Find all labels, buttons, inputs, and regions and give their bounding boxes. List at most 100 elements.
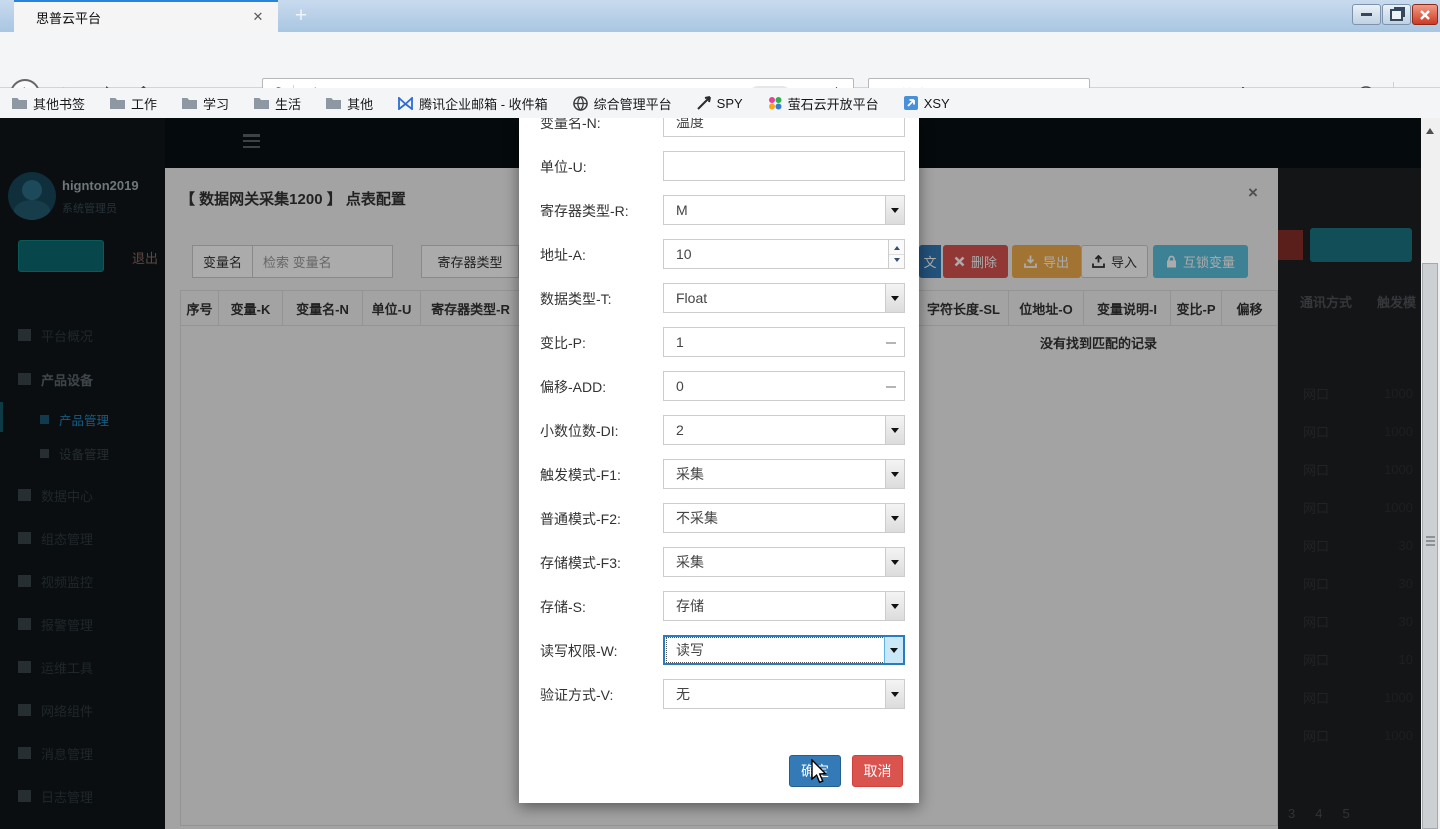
bookmark-item[interactable]: 生活 <box>254 94 301 113</box>
folder-icon <box>326 97 341 109</box>
data-type-select[interactable]: Float <box>663 283 905 313</box>
bookmark-item[interactable]: 工作 <box>110 94 157 113</box>
bookmark-item[interactable]: 综合管理平台 <box>573 94 672 113</box>
sidebar-item[interactable]: 网络组件 <box>0 693 165 727</box>
field-label: 读写权限-W: <box>540 641 618 661</box>
form-row: 变量名-N: 温度 <box>519 118 919 137</box>
dropdown-arrow-icon[interactable] <box>885 548 904 576</box>
bookmark-item[interactable]: 萤石云开放平台 <box>768 94 879 113</box>
browser-tab[interactable]: 思普云平台 ✕ <box>14 0 278 32</box>
offset-input[interactable]: 0 <box>663 371 905 401</box>
dropdown-arrow-icon[interactable] <box>885 460 904 488</box>
table-row: 网口10 <box>1278 640 1421 678</box>
dropdown-arrow-icon[interactable] <box>885 284 904 312</box>
dropdown-arrow-icon[interactable] <box>884 637 903 663</box>
dropdown-arrow-icon[interactable] <box>885 592 904 620</box>
folder-icon <box>254 97 269 109</box>
field-label: 存储-S: <box>540 597 586 617</box>
menu-icon <box>18 575 31 587</box>
form-row: 验证方式-V: 无 <box>519 679 919 709</box>
window-minimize-button[interactable] <box>1352 4 1381 25</box>
menu-icon <box>18 618 31 630</box>
read-write-permission-select[interactable]: 读写 <box>663 635 905 665</box>
folder-icon <box>110 97 125 109</box>
page-scrollbar[interactable] <box>1421 118 1440 829</box>
blue-arrow-icon <box>904 96 918 110</box>
field-label: 小数位数-DI: <box>540 421 619 441</box>
app-sidebar: hignton2019 系统管理员 退出 平台概况 产品设备 产品管理 设备管理… <box>0 118 165 829</box>
dropdown-arrow-icon[interactable] <box>885 196 904 224</box>
tab-close-icon[interactable]: ✕ <box>248 9 268 25</box>
page-number[interactable]: 4 <box>1315 806 1322 821</box>
new-tab-button[interactable]: + <box>286 2 316 30</box>
dropdown-arrow-icon[interactable] <box>885 504 904 532</box>
bookmark-item[interactable]: 学习 <box>182 94 229 113</box>
column-header: 触发模 <box>1377 292 1416 311</box>
sidebar-item[interactable]: 数据中心 <box>0 478 165 512</box>
mouse-cursor <box>808 759 830 790</box>
decimal-digits-select[interactable]: 2 <box>663 415 905 445</box>
sidebar-collapse-icon[interactable] <box>243 134 260 148</box>
scrollbar-thumb[interactable] <box>1422 263 1438 829</box>
variable-name-input[interactable]: 温度 <box>663 118 905 137</box>
bookmark-item[interactable]: 腾讯企业邮箱 - 收件箱 <box>398 94 548 113</box>
dropdown-arrow-icon[interactable] <box>885 680 904 708</box>
cancel-button[interactable]: 取消 <box>852 755 903 787</box>
point-edit-modal: 变量名-N: 温度 单位-U: 寄存器类型-R: M 地址-A: 10 数据类型… <box>519 118 919 803</box>
logout-link[interactable]: 退出 <box>132 248 158 267</box>
sidebar-item[interactable]: 消息管理 <box>0 736 165 770</box>
sidebar-item[interactable]: 运维工具 <box>0 650 165 684</box>
sidebar-section-products-devices[interactable]: 产品设备 <box>0 362 165 396</box>
window-close-button[interactable] <box>1412 4 1438 25</box>
sidebar-item[interactable]: 系统设置 <box>0 818 165 829</box>
dropdown-arrow-icon[interactable] <box>885 416 904 444</box>
field-label: 验证方式-V: <box>540 685 613 705</box>
scale-input[interactable]: 1 <box>663 327 905 357</box>
register-type-select[interactable]: M <box>663 195 905 225</box>
form-row: 单位-U: <box>519 151 919 181</box>
page-number[interactable]: 5 <box>1342 806 1349 821</box>
sidebar-item[interactable]: 日志管理 <box>0 779 165 813</box>
sidebar-item[interactable]: 平台概况 <box>0 318 165 352</box>
normal-mode-select[interactable]: 不采集 <box>663 503 905 533</box>
form-row: 数据类型-T: Float <box>519 283 919 313</box>
menu-icon <box>18 532 31 544</box>
bookmark-item[interactable]: 其他 <box>326 94 373 113</box>
tencent-mail-icon <box>398 97 413 110</box>
table-rows: 网口1000 网口1000 网口1000 网口1000 网口30 网口30 网口… <box>1278 374 1421 754</box>
window-restore-button[interactable] <box>1382 4 1411 25</box>
bookmark-item[interactable]: SPY <box>697 96 743 111</box>
table-row: 网口1000 <box>1278 716 1421 754</box>
menu-icon <box>18 489 31 501</box>
background-device-table: 通讯方式 触发模 网口1000 网口1000 网口1000 网口1000 网口3… <box>1278 168 1421 829</box>
field-label: 触发模式-F1: <box>540 465 621 485</box>
sidebar-item-device-management[interactable]: 设备管理 <box>0 436 165 470</box>
background-delete-button <box>1278 230 1303 260</box>
sidebar-item-product-management[interactable]: 产品管理 <box>0 402 165 436</box>
storage-select[interactable]: 存储 <box>663 591 905 621</box>
sidebar-item[interactable]: 报警管理 <box>0 607 165 641</box>
background-teal-button <box>1310 228 1412 262</box>
sidebar-item[interactable]: 组态管理 <box>0 521 165 555</box>
trigger-mode-select[interactable]: 采集 <box>663 459 905 489</box>
address-number-input[interactable]: 10 <box>663 239 905 269</box>
verify-method-select[interactable]: 无 <box>663 679 905 709</box>
form-row: 寄存器类型-R: M <box>519 195 919 225</box>
unit-input[interactable] <box>663 151 905 181</box>
sidebar-item[interactable]: 视频监控 <box>0 564 165 598</box>
globe-icon <box>573 96 588 111</box>
page-number[interactable]: 3 <box>1288 806 1295 821</box>
storage-mode-select[interactable]: 采集 <box>663 547 905 577</box>
bookmark-item[interactable]: 其他书签 <box>12 94 85 113</box>
menu-icon <box>18 704 31 716</box>
user-name: hignton2019 <box>62 178 139 193</box>
table-row: 网口1000 <box>1278 488 1421 526</box>
menu-icon <box>18 747 31 759</box>
number-spinner[interactable] <box>888 240 904 268</box>
field-label: 寄存器类型-R: <box>540 201 629 221</box>
form-row: 读写权限-W: 读写 <box>519 635 919 665</box>
column-header: 通讯方式 <box>1300 292 1352 311</box>
sidebar-teal-button[interactable] <box>18 240 104 272</box>
bookmark-item[interactable]: XSY <box>904 96 950 111</box>
scroll-up-arrow-icon[interactable] <box>1426 124 1434 134</box>
